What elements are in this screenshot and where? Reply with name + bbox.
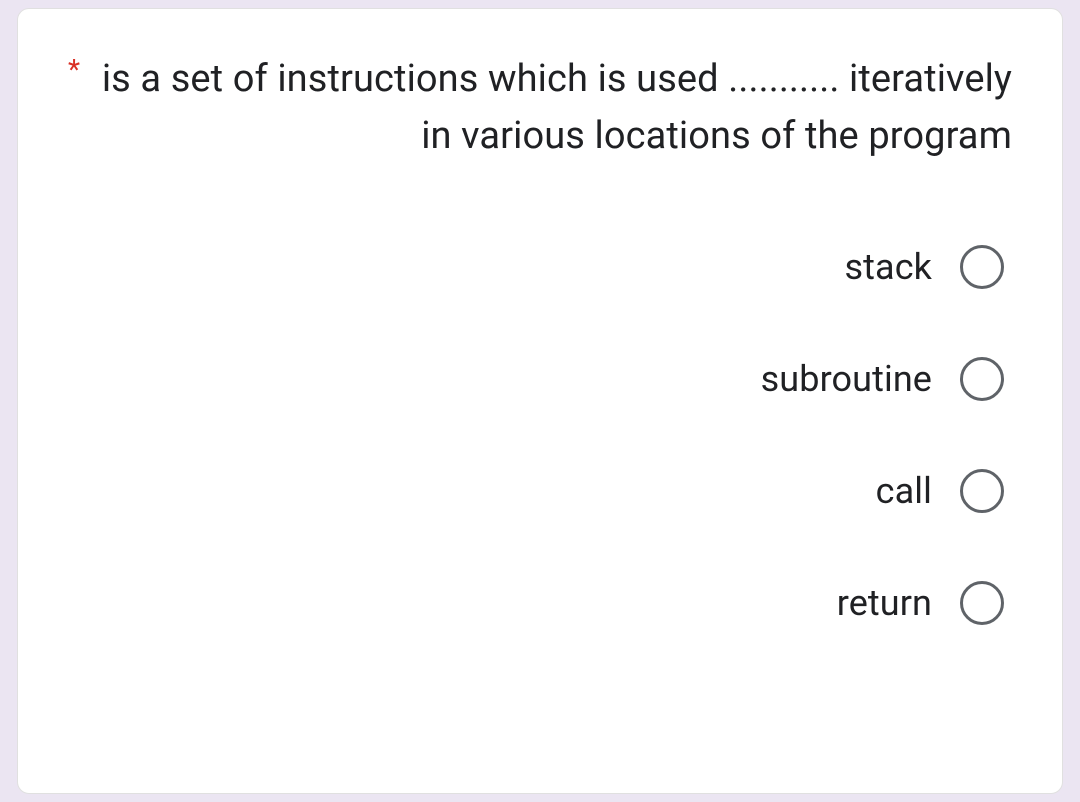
required-asterisk: * bbox=[68, 53, 80, 87]
question-card: * is a set of instructions which is used… bbox=[17, 8, 1063, 794]
radio-icon[interactable] bbox=[960, 357, 1004, 401]
radio-icon[interactable] bbox=[960, 469, 1004, 513]
options-list: stack subroutine call return bbox=[68, 245, 1012, 625]
option-label: return bbox=[837, 582, 932, 624]
question-text: is a set of instructions which is used .… bbox=[98, 51, 1012, 165]
option-call[interactable]: call bbox=[68, 469, 1004, 513]
option-label: call bbox=[876, 470, 932, 512]
option-label: subroutine bbox=[761, 358, 932, 400]
option-subroutine[interactable]: subroutine bbox=[68, 357, 1004, 401]
option-return[interactable]: return bbox=[68, 581, 1004, 625]
radio-icon[interactable] bbox=[960, 581, 1004, 625]
radio-icon[interactable] bbox=[960, 245, 1004, 289]
option-stack[interactable]: stack bbox=[68, 245, 1004, 289]
question-block: * is a set of instructions which is used… bbox=[68, 51, 1012, 165]
option-label: stack bbox=[844, 246, 932, 288]
